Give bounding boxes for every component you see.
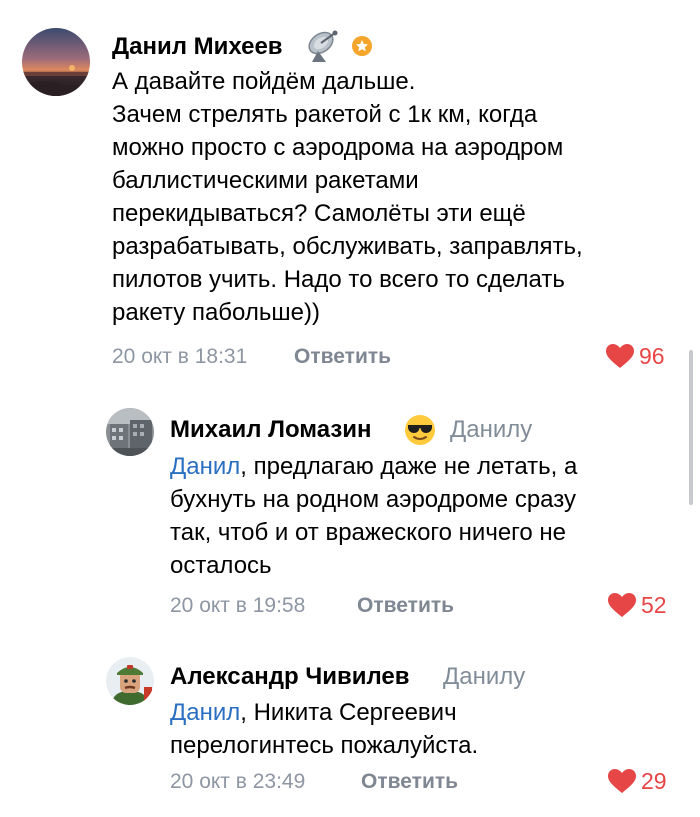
star-badge-icon	[351, 35, 373, 62]
author-name[interactable]: Михаил Ломазин	[170, 415, 372, 445]
like-button[interactable]: 29	[608, 768, 667, 794]
comment-line-rest: , Никита Сергеевич	[240, 699, 457, 726]
author-name[interactable]: Данил Михеев	[112, 32, 283, 62]
satellite-dish-icon	[304, 27, 344, 70]
like-count: 29	[641, 768, 667, 794]
avatar[interactable]	[106, 657, 154, 705]
like-button[interactable]: 96	[606, 343, 665, 369]
mention-link[interactable]: Данил	[170, 453, 240, 480]
comment-text: Данил, Никита Сергеевич перелогинтесь по…	[170, 696, 478, 762]
comment-line: осталось	[170, 552, 272, 579]
comment-line: ракету пабольше))	[112, 299, 320, 326]
reply-to-label[interactable]: Данилу	[450, 415, 532, 445]
comment-line-rest: , предлагаю даже не летать, а	[240, 453, 578, 480]
scrollbar[interactable]	[689, 350, 693, 505]
comment-text: А давайте пойдём дальше. Зачем стрелять …	[112, 65, 583, 329]
comment-timestamp: 20 окт в 19:58	[170, 594, 306, 617]
comment-line: А давайте пойдём дальше.	[112, 68, 416, 95]
like-count: 96	[639, 343, 665, 369]
comment-timestamp: 20 окт в 18:31	[112, 345, 248, 368]
reply-button[interactable]: Ответить	[361, 769, 458, 795]
comment-line: можно просто с аэродрома на аэродром	[112, 134, 564, 161]
comment-line: Зачем стрелять ракетой с 1к км, когда	[112, 101, 538, 128]
reply-to-label[interactable]: Данилу	[443, 662, 525, 692]
comment-line: разрабатывать, обслуживать, заправлять,	[112, 233, 583, 260]
comment-line: так, чтоб и от вражеского ничего не	[170, 519, 567, 546]
heart-icon	[608, 592, 636, 617]
like-button[interactable]: 52	[608, 592, 667, 618]
like-count: 52	[641, 592, 667, 618]
comment-line: перелогинтесь пожалуйста.	[170, 732, 479, 759]
comment-timestamp: 20 окт в 23:49	[170, 770, 306, 793]
comment-line: перекидываться? Самолёты эти ещё	[112, 200, 526, 227]
comment-line: баллистическими ракетами	[112, 167, 419, 194]
heart-icon	[608, 768, 636, 793]
avatar[interactable]	[22, 28, 90, 96]
reply-button[interactable]: Ответить	[357, 593, 454, 619]
reply-button[interactable]: Ответить	[294, 344, 391, 370]
comment-line: бухнуть на родном аэродроме сразу	[170, 486, 576, 513]
comment-text: Данил, предлагаю даже не летать, а бухну…	[170, 450, 577, 582]
avatar[interactable]	[106, 408, 154, 456]
comment-line: пилотов учить. Надо то всего то сделать	[112, 266, 565, 293]
sunglasses-emoji-icon	[404, 414, 436, 451]
comment-line: Данил, предлагаю даже не летать, а	[170, 450, 577, 483]
author-name[interactable]: Александр Чивилев	[170, 662, 410, 692]
heart-icon	[606, 343, 634, 368]
mention-link[interactable]: Данил	[170, 699, 240, 726]
comment-line: Данил, Никита Сергеевич	[170, 696, 478, 729]
